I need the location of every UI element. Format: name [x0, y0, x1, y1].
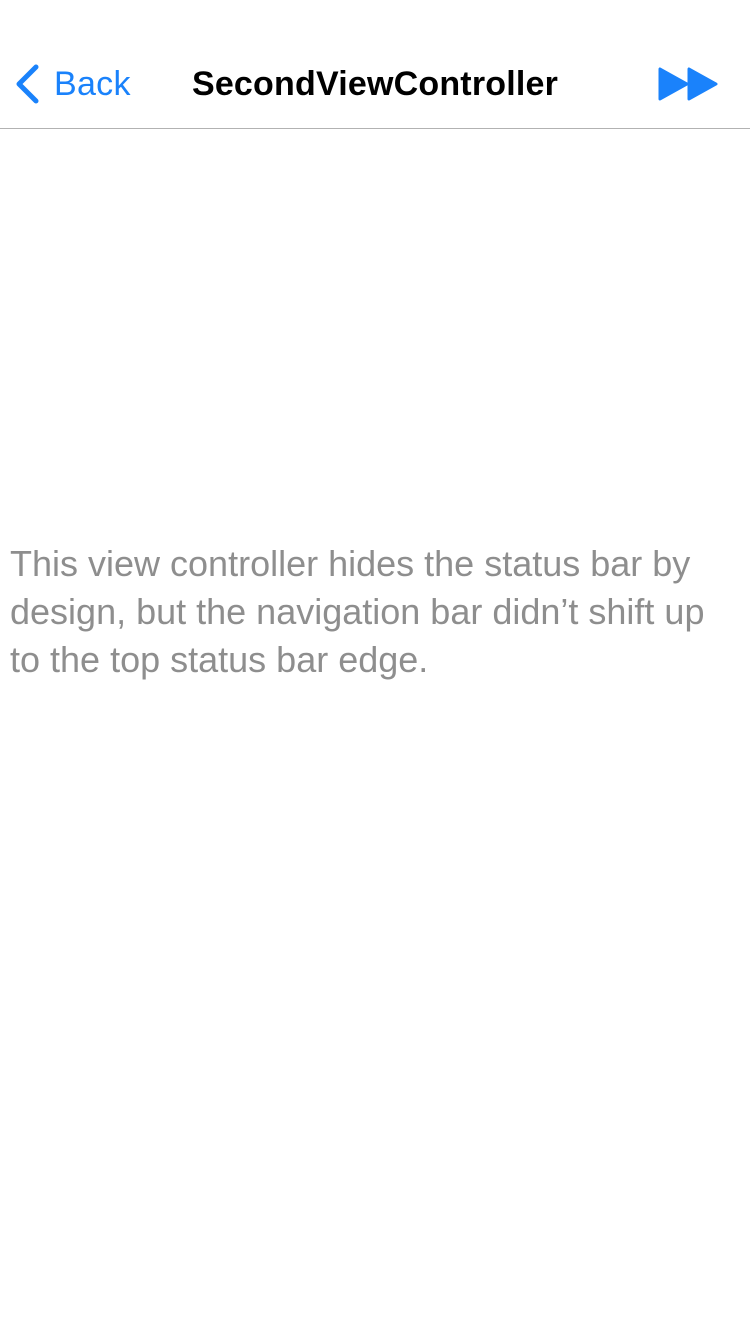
back-button-label: Back	[54, 65, 131, 103]
content-area: This view controller hides the status ba…	[10, 540, 740, 684]
chevron-left-icon	[14, 64, 40, 104]
fast-forward-icon	[658, 67, 718, 101]
info-message: This view controller hides the status ba…	[10, 543, 705, 680]
fast-forward-button[interactable]	[658, 66, 720, 102]
back-button[interactable]: Back	[14, 62, 131, 106]
screen: Back SecondViewController This view cont…	[0, 0, 750, 1334]
navigation-bar: Back SecondViewController	[0, 40, 750, 129]
